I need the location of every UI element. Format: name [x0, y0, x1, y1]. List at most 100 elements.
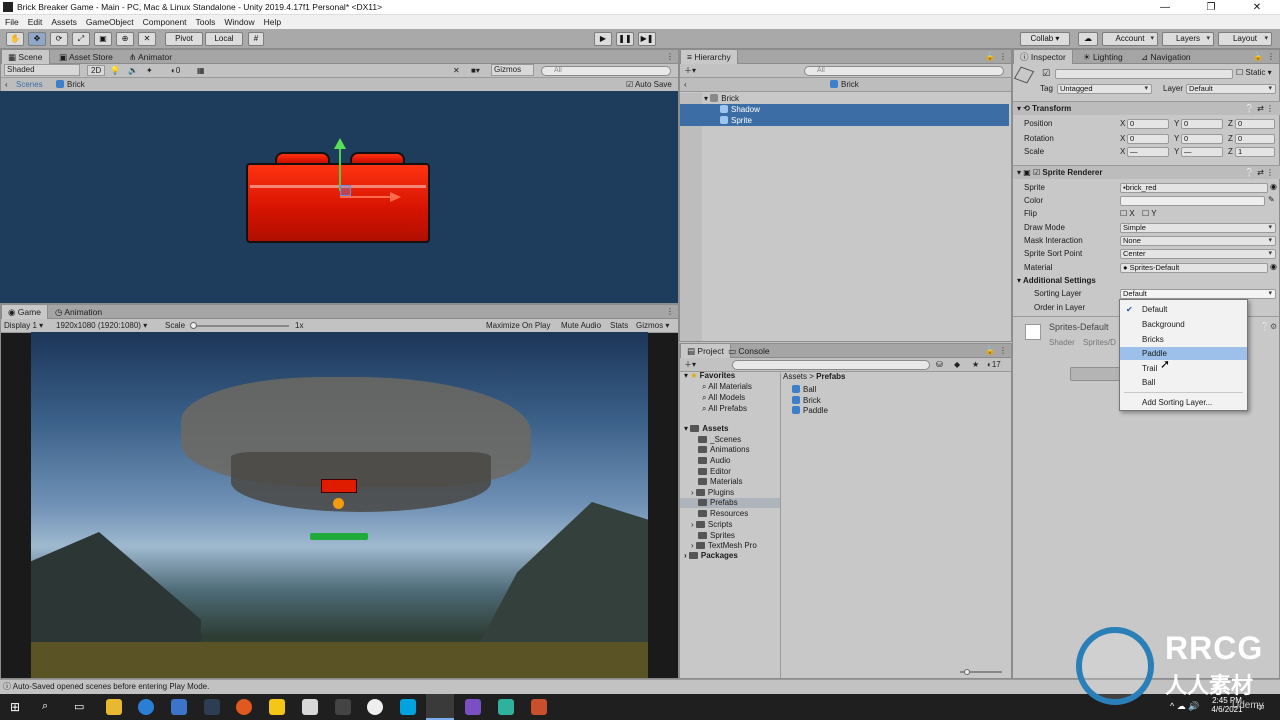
stats-toggle[interactable]: Stats: [610, 319, 628, 332]
shader-dropdown[interactable]: Sprites/D: [1083, 338, 1116, 347]
winrar-icon[interactable]: [531, 699, 547, 715]
sticky-notes-icon[interactable]: [269, 699, 285, 715]
effects-icon[interactable]: ✦: [146, 64, 153, 77]
sorting-option-ball[interactable]: Ball: [1120, 376, 1247, 389]
hierarchy-item-shadow[interactable]: Shadow: [680, 104, 1009, 115]
assets-root[interactable]: ▾ Assets: [684, 424, 729, 434]
account-dropdown[interactable]: Account: [1102, 32, 1158, 46]
prefab-back-icon[interactable]: ‹: [684, 78, 687, 91]
favorite-all-materials[interactable]: ⌕ All Materials: [702, 382, 752, 392]
windows-start-icon[interactable]: ⊞: [10, 700, 20, 714]
folder-audio[interactable]: Audio: [698, 456, 730, 466]
hand-tool-icon[interactable]: ✋: [6, 32, 24, 46]
transform-menu-icon[interactable]: ❔ ⇄ ⋮: [1245, 102, 1274, 115]
sprite-sort-point-dropdown[interactable]: Center: [1120, 249, 1276, 259]
folder-prefabs[interactable]: Prefabs: [680, 498, 780, 508]
lighting-icon[interactable]: 💡: [110, 64, 120, 77]
tab-inspector[interactable]: ⓘ Inspector: [1013, 50, 1073, 64]
collab-button[interactable]: Collab ▾: [1020, 32, 1070, 46]
scenes-breadcrumb-icon[interactable]: ‹: [5, 78, 8, 91]
menu-help[interactable]: Help: [259, 15, 285, 29]
menu-gameobject[interactable]: GameObject: [81, 15, 138, 29]
menu-edit[interactable]: Edit: [23, 15, 47, 29]
move-gizmo-x-arrow[interactable]: [390, 192, 401, 202]
task-view-icon[interactable]: ▭: [74, 700, 84, 713]
shading-dropdown[interactable]: Shaded: [4, 64, 80, 76]
favorite-all-models[interactable]: ⌕ All Models: [702, 393, 745, 403]
menu-file[interactable]: File: [0, 15, 23, 29]
project-menu-icon[interactable]: ⋮: [999, 344, 1007, 357]
play-button[interactable]: ▶: [594, 32, 612, 46]
tray-icons[interactable]: ^ ☁ 🔊: [1170, 701, 1199, 712]
game-viewport[interactable]: [31, 332, 648, 678]
scale-z-field[interactable]: 1: [1235, 147, 1275, 157]
hierarchy-search-input[interactable]: All: [804, 66, 1004, 76]
material-field[interactable]: ● Sprites-Default: [1120, 263, 1268, 273]
tools-icon[interactable]: ✕: [453, 64, 460, 77]
scale-slider-track[interactable]: [193, 325, 289, 327]
folder-materials[interactable]: Materials: [698, 477, 742, 487]
asset-ball[interactable]: Ball: [792, 385, 816, 395]
brick-sprite[interactable]: [246, 163, 430, 243]
obs-icon[interactable]: [367, 699, 383, 715]
rotation-z-field[interactable]: 0: [1235, 134, 1275, 144]
edge-icon[interactable]: [138, 699, 154, 715]
tab-lighting[interactable]: ☀ Lighting: [1077, 50, 1129, 64]
sprite-renderer-menu-icon[interactable]: ❔ ⇄ ⋮: [1245, 166, 1274, 179]
panel-menu-icon[interactable]: ⋮: [666, 50, 674, 63]
grid-snap-icon[interactable]: #: [248, 32, 264, 46]
transform-header[interactable]: ▾ ⟲ Transform ❔ ⇄ ⋮: [1013, 101, 1280, 115]
close-button[interactable]: ✕: [1234, 0, 1280, 15]
breadcrumb-scenes[interactable]: Scenes: [16, 78, 43, 91]
game-gizmos-dropdown[interactable]: Gizmos ▾: [636, 319, 669, 332]
position-y-field[interactable]: 0: [1181, 119, 1223, 129]
hidden-packages-badge[interactable]: ◐17: [987, 358, 1001, 371]
create-button[interactable]: ＋▾: [684, 64, 696, 77]
sprite-picker-icon[interactable]: ◉: [1270, 182, 1277, 191]
menu-window[interactable]: Window: [219, 15, 258, 29]
transform-tool-icon[interactable]: ⊕: [116, 32, 134, 46]
steam-icon[interactable]: [204, 699, 220, 715]
filter-type-icon[interactable]: ⛁: [936, 358, 943, 371]
inspector-lock-icon[interactable]: 🔒: [1253, 50, 1263, 63]
tab-animator[interactable]: ⋔ Animator: [123, 50, 178, 64]
controller-icon[interactable]: [335, 699, 351, 715]
folder-textmesh-pro[interactable]: › TextMesh Pro: [691, 541, 757, 551]
paint-icon[interactable]: [302, 699, 318, 715]
menu-assets[interactable]: Assets: [46, 15, 81, 29]
mute-audio-toggle[interactable]: Mute Audio: [561, 319, 601, 332]
camera-icon[interactable]: ■▾: [471, 64, 480, 77]
scale-x-field[interactable]: —: [1127, 147, 1169, 157]
project-lock-icon[interactable]: 🔒: [985, 344, 995, 357]
2d-toggle[interactable]: 2D: [87, 65, 106, 76]
autosave-checkbox[interactable]: ☑ Auto Save: [626, 78, 672, 91]
rotate-tool-icon[interactable]: ⟳: [50, 32, 68, 46]
tab-console[interactable]: ▭ Console: [722, 344, 776, 358]
gizmos-dropdown[interactable]: Gizmos: [491, 64, 535, 76]
folder-resources[interactable]: Resources: [698, 509, 748, 519]
file-explorer-icon[interactable]: [106, 699, 122, 715]
hierarchy-menu-icon[interactable]: ⋮: [999, 50, 1007, 63]
folder-animations[interactable]: Animations: [698, 445, 750, 455]
scale-y-field[interactable]: —: [1181, 147, 1223, 157]
tab-hierarchy[interactable]: ≡ Hierarchy: [680, 50, 738, 64]
firefox-icon[interactable]: [236, 699, 252, 715]
display-dropdown[interactable]: Display 1 ▾: [4, 319, 43, 332]
flip-y-checkbox[interactable]: ☐ Y: [1142, 208, 1157, 220]
sprite-renderer-header[interactable]: ▾ ▣ ☑ Sprite Renderer ❔ ⇄ ⋮: [1013, 165, 1280, 179]
folder-editor[interactable]: Editor: [698, 467, 731, 477]
position-x-field[interactable]: 0: [1127, 119, 1169, 129]
scene-viewport[interactable]: [0, 91, 678, 303]
layout-dropdown[interactable]: Layout: [1218, 32, 1272, 46]
inspector-menu-icon[interactable]: ⋮: [1267, 50, 1275, 63]
pivot-toggle[interactable]: Pivot: [165, 32, 203, 46]
visual-studio-icon[interactable]: [465, 699, 481, 715]
layer-dropdown[interactable]: Default: [1186, 84, 1276, 94]
move-tool-icon[interactable]: ✥: [28, 32, 46, 46]
mask-interaction-dropdown[interactable]: None: [1120, 236, 1276, 246]
search-icon[interactable]: ⌕: [42, 700, 48, 713]
material-menu-icon[interactable]: ❔⚙: [1260, 322, 1277, 331]
rect-tool-icon[interactable]: ▣: [94, 32, 112, 46]
favorites-header[interactable]: ▾ ★ Favorites: [684, 371, 735, 381]
hierarchy-item-sprite[interactable]: Sprite: [680, 115, 1009, 126]
